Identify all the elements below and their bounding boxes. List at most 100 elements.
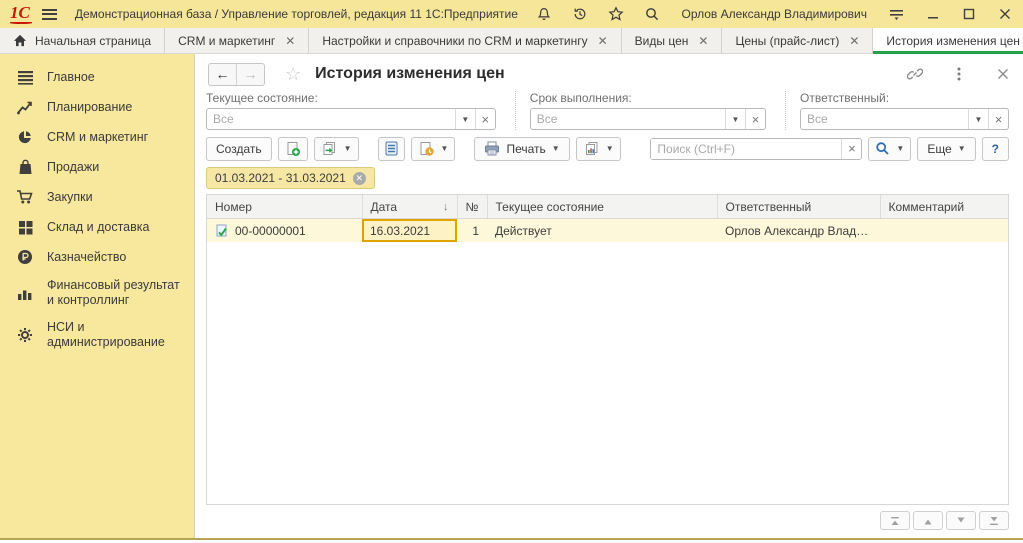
cell-responsible[interactable]: Орлов Александр Влади... bbox=[717, 219, 880, 243]
cell-date-selected[interactable]: 16.03.2021 bbox=[362, 219, 457, 243]
current-user[interactable]: Орлов Александр Владимирович bbox=[681, 7, 867, 21]
sidebar-item-purchases[interactable]: Закупки bbox=[0, 182, 194, 212]
sidebar-item-label: Финансовый результат и контроллинг bbox=[47, 278, 186, 308]
global-search-icon[interactable] bbox=[643, 6, 660, 23]
clear-filter-icon[interactable]: × bbox=[988, 109, 1008, 129]
form-header: ← → ☆ История изменения цен bbox=[208, 60, 1011, 88]
dropdown-caret-icon: ▼ bbox=[441, 144, 449, 153]
back-button[interactable]: ← bbox=[209, 64, 236, 85]
more-actions-icon[interactable] bbox=[951, 66, 967, 82]
cell-comment[interactable] bbox=[880, 219, 1008, 243]
list-scroll-buttons bbox=[880, 511, 1009, 530]
sidebar-item-planning[interactable]: Планирование bbox=[0, 92, 194, 122]
clear-filter-icon[interactable]: × bbox=[745, 109, 765, 129]
report-documents-icon bbox=[583, 141, 600, 157]
clear-search-icon[interactable]: × bbox=[841, 139, 861, 159]
filter-current-state: Текущее состояние: ▼ × bbox=[206, 91, 496, 130]
cart-icon bbox=[16, 188, 34, 206]
favorites-star-icon[interactable] bbox=[607, 6, 624, 23]
list-settings-button[interactable] bbox=[378, 137, 405, 161]
tab-price-change-history[interactable]: История изменения цен ✕ bbox=[873, 28, 1023, 53]
app-title: Демонстрационная база / Управление торго… bbox=[75, 7, 518, 21]
home-icon bbox=[13, 34, 27, 47]
help-button[interactable]: ? bbox=[982, 137, 1009, 161]
scroll-up-button[interactable] bbox=[913, 511, 943, 530]
dropdown-caret-icon: ▼ bbox=[344, 144, 352, 153]
main-menu-icon[interactable] bbox=[42, 6, 57, 22]
responsible-input[interactable] bbox=[801, 109, 968, 129]
tab-close-icon[interactable]: ✕ bbox=[849, 35, 859, 47]
tab-close-icon[interactable]: ✕ bbox=[285, 35, 295, 47]
current-state-input[interactable] bbox=[207, 109, 455, 129]
reports-button[interactable]: ▼ bbox=[576, 137, 621, 161]
add-to-favorites-icon[interactable]: ☆ bbox=[285, 65, 301, 83]
tab-close-icon[interactable]: ✕ bbox=[698, 35, 708, 47]
maximize-icon[interactable] bbox=[960, 6, 977, 23]
copy-button[interactable]: ▼ bbox=[314, 137, 359, 161]
sidebar-item-label: НСИ и администрирование bbox=[47, 320, 186, 350]
scroll-to-bottom-button[interactable] bbox=[979, 511, 1009, 530]
column-header-date[interactable]: Дата ↓ bbox=[362, 195, 457, 219]
create-button-label: Создать bbox=[216, 142, 262, 156]
sidebar-item-financial-result[interactable]: Финансовый результат и контроллинг bbox=[0, 272, 194, 314]
create-group-button[interactable] bbox=[278, 137, 308, 161]
warehouse-grid-icon bbox=[16, 218, 34, 236]
forward-button[interactable]: → bbox=[236, 64, 264, 85]
remove-period-filter-icon[interactable]: ✕ bbox=[353, 172, 366, 185]
tab-crm-settings[interactable]: Настройки и справочники по CRM и маркети… bbox=[309, 28, 621, 53]
tab-label: Цены (прайс-лист) bbox=[735, 34, 839, 48]
document-add-icon bbox=[285, 141, 301, 157]
sections-icon bbox=[16, 68, 34, 86]
tab-close-icon[interactable]: ✕ bbox=[598, 35, 608, 47]
set-period-button[interactable]: ▼ bbox=[411, 137, 456, 161]
pie-chart-icon bbox=[16, 128, 34, 146]
history-icon[interactable] bbox=[571, 6, 588, 23]
tab-home[interactable]: Начальная страница bbox=[0, 28, 165, 53]
create-button[interactable]: Создать bbox=[206, 137, 272, 161]
filter-label: Ответственный: bbox=[800, 91, 1009, 105]
cell-state[interactable]: Действует bbox=[487, 219, 717, 243]
print-button-label: Печать bbox=[506, 142, 545, 156]
notifications-bell-icon[interactable] bbox=[535, 6, 552, 23]
page-title: История изменения цен bbox=[315, 65, 505, 83]
sidebar-item-sales[interactable]: Продажи bbox=[0, 152, 194, 182]
ruble-circle-icon bbox=[16, 248, 34, 266]
dropdown-caret-icon[interactable]: ▼ bbox=[968, 109, 988, 129]
sidebar-item-administration[interactable]: НСИ и администрирование bbox=[0, 314, 194, 356]
tab-crm-marketing[interactable]: CRM и маркетинг ✕ bbox=[165, 28, 309, 53]
column-header-state[interactable]: Текущее состояние bbox=[487, 195, 717, 219]
column-header-comment[interactable]: Комментарий bbox=[880, 195, 1008, 219]
gear-icon bbox=[16, 326, 34, 344]
close-form-icon[interactable] bbox=[995, 66, 1011, 82]
document-list: Номер Дата ↓ № Текущее состояние Ответст… bbox=[206, 194, 1009, 505]
due-date-input[interactable] bbox=[531, 109, 725, 129]
search-input[interactable] bbox=[651, 139, 841, 159]
column-header-number[interactable]: Номер bbox=[207, 195, 362, 219]
print-button[interactable]: Печать ▼ bbox=[474, 137, 569, 161]
cell-seq[interactable]: 1 bbox=[457, 219, 487, 243]
tab-price-kinds[interactable]: Виды цен ✕ bbox=[622, 28, 723, 53]
more-button[interactable]: Еще ▼ bbox=[917, 137, 975, 161]
dropdown-caret-icon[interactable]: ▼ bbox=[455, 109, 475, 129]
minimize-icon[interactable] bbox=[924, 6, 941, 23]
period-filter-chip[interactable]: 01.03.2021 - 31.03.2021 ✕ bbox=[206, 167, 375, 189]
sidebar-item-warehouse[interactable]: Склад и доставка bbox=[0, 212, 194, 242]
sidebar-item-crm-marketing[interactable]: CRM и маркетинг bbox=[0, 122, 194, 152]
scroll-down-button[interactable] bbox=[946, 511, 976, 530]
search-icon bbox=[875, 141, 890, 156]
tab-price-list[interactable]: Цены (прайс-лист) ✕ bbox=[722, 28, 873, 53]
column-header-responsible[interactable]: Ответственный bbox=[717, 195, 880, 219]
cell-number[interactable]: 00-00000001 bbox=[207, 219, 362, 243]
dropdown-caret-icon[interactable]: ▼ bbox=[725, 109, 745, 129]
find-button[interactable]: ▼ bbox=[868, 137, 911, 161]
column-header-seq[interactable]: № bbox=[457, 195, 487, 219]
table-row[interactable]: 00-00000001 16.03.2021 1 Действует Орлов… bbox=[207, 219, 1008, 243]
close-window-icon[interactable] bbox=[996, 6, 1013, 23]
get-link-icon[interactable] bbox=[907, 66, 923, 82]
titlebar: 1С Демонстрационная база / Управление то… bbox=[0, 0, 1023, 28]
sidebar-item-treasury[interactable]: Казначейство bbox=[0, 242, 194, 272]
sidebar-item-main[interactable]: Главное bbox=[0, 62, 194, 92]
scroll-to-top-button[interactable] bbox=[880, 511, 910, 530]
collapse-panels-icon[interactable] bbox=[888, 6, 905, 23]
clear-filter-icon[interactable]: × bbox=[475, 109, 495, 129]
